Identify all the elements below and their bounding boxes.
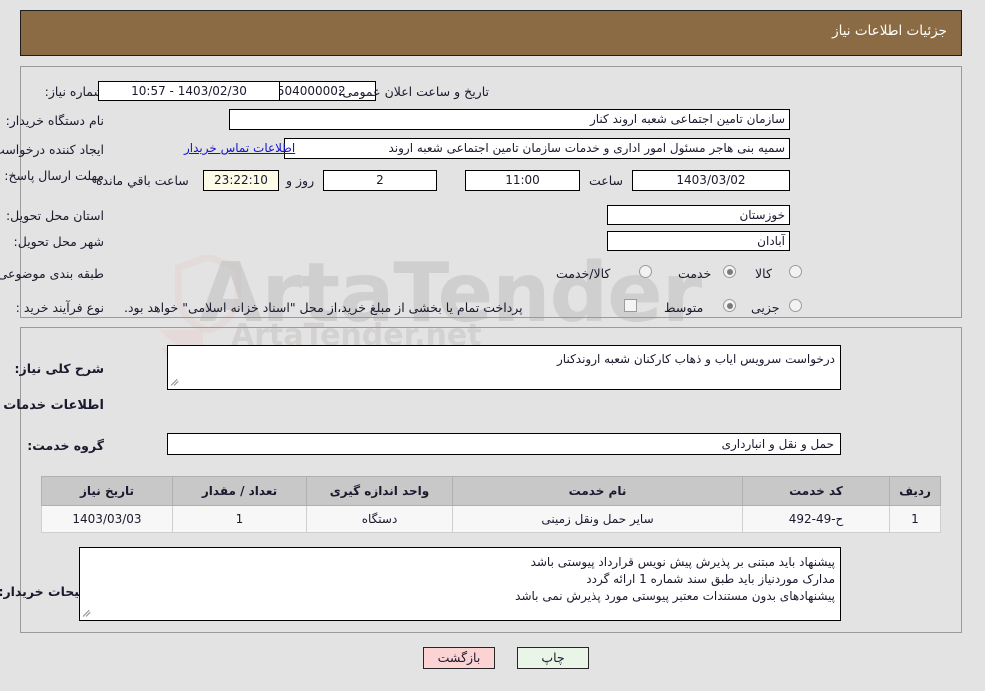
print-button[interactable]: چاپ: [518, 647, 590, 669]
radio-category-kala-label: کالا: [756, 266, 773, 281]
buyer-notes-textarea[interactable]: پیشنهاد باید مبتنی بر پذیرش پیش نویس قرا…: [80, 547, 842, 621]
category-label: طبقه بندی موضوعی:: [0, 266, 105, 281]
radio-purchase-jozii-label: جزیی: [752, 300, 781, 315]
treasury-bond-checkbox[interactable]: [625, 299, 638, 312]
services-section-title: اطلاعات خدمات مورد نیاز: [0, 398, 105, 413]
radio-purchase-jozii[interactable]: [790, 299, 803, 312]
remaining-days-label: روز و: [287, 173, 316, 188]
service-group-field[interactable]: حمل و نقل و انبارداری: [168, 433, 842, 455]
col-header-qty: تعداد / مقدار: [173, 476, 308, 506]
radio-category-khedmat[interactable]: [724, 265, 737, 278]
buyer-note-line: مدارک موردنیاز باید طبق سند شماره 1 ارائ…: [587, 572, 836, 586]
remaining-time-field: 23:22:10: [204, 170, 280, 191]
table-row: 1 ح-49-492 سایر حمل ونقل زمینی دستگاه 1 …: [42, 505, 942, 533]
radio-purchase-motavaset-label: متوسط: [665, 300, 705, 315]
radio-category-khedmat-label: خدمت: [679, 266, 713, 281]
table-header-row: ردیف کد خدمت نام خدمت واحد اندازه گیری ت…: [42, 476, 942, 506]
col-header-code: کد خدمت: [743, 476, 891, 506]
buyer-note-line: پیشنهاد باید مبتنی بر پذیرش پیش نویس قرا…: [531, 555, 836, 569]
deadline-date-field[interactable]: 1403/03/02: [633, 170, 791, 191]
cell-qty: 1: [173, 505, 308, 533]
col-header-unit: واحد اندازه گیری: [307, 476, 454, 506]
buyer-note-line: پیشنهادهای بدون مستندات معتبر پیوستی مور…: [516, 589, 836, 603]
back-button[interactable]: بازگشت: [424, 647, 496, 669]
radio-category-kala[interactable]: [790, 265, 803, 278]
cell-row: 1: [890, 505, 942, 533]
need-description-label: شرح کلی نیاز:: [15, 361, 105, 376]
radio-category-kala-khedmat-label: کالا/خدمت: [557, 266, 612, 281]
requester-field[interactable]: سمیه بنی هاجر مسئول امور اداری و خدمات س…: [285, 138, 791, 159]
col-header-name: نام خدمت: [453, 476, 744, 506]
col-header-date: تاریخ نیاز: [42, 476, 174, 506]
deadline-hour-field[interactable]: 11:00: [466, 170, 581, 191]
city-label: شهر محل تحویل:: [14, 234, 105, 249]
resize-grip-icon[interactable]: [83, 607, 95, 619]
need-description-text: درخواست سرویس ایاب و ذهاب کارکنان شعبه ا…: [558, 352, 836, 366]
service-group-label: گروه خدمت:: [28, 438, 105, 453]
cell-unit: دستگاه: [307, 505, 454, 533]
remaining-days-field[interactable]: 2: [324, 170, 438, 191]
deadline-hour-label: ساعت: [590, 173, 625, 188]
city-field[interactable]: آبادان: [608, 231, 791, 251]
requester-label: ایجاد کننده درخواست:: [0, 142, 105, 157]
need-number-label: شماره نیاز:: [45, 84, 105, 99]
need-info-panel: [21, 66, 963, 318]
treasury-bond-label: پرداخت تمام یا بخشی از مبلغ خرید،از محل …: [125, 300, 524, 315]
cell-code: ح-49-492: [743, 505, 891, 533]
buyer-org-field[interactable]: سازمان تامین اجتماعی شعبه اروند کنار: [230, 109, 791, 130]
province-field[interactable]: خوزستان: [608, 205, 791, 225]
radio-category-kala-khedmat[interactable]: [640, 265, 653, 278]
col-header-row: ردیف: [890, 476, 942, 506]
cell-name: سایر حمل ونقل زمینی: [453, 505, 744, 533]
remaining-time-label: ساعت باقي مانده: [97, 173, 190, 188]
cell-date: 1403/03/03: [42, 505, 174, 533]
buyer-contact-link[interactable]: اطلاعات تماس خریدار: [185, 141, 296, 155]
services-table: ردیف کد خدمت نام خدمت واحد اندازه گیری ت…: [42, 476, 942, 533]
announce-datetime-label: تاریخ و ساعت اعلان عمومی:: [339, 84, 490, 99]
announce-datetime-field[interactable]: 1403/02/30 - 10:57: [99, 81, 281, 101]
page-header: جزئیات اطلاعات نیاز: [21, 10, 963, 56]
buyer-org-label: نام دستگاه خریدار:: [6, 113, 105, 128]
need-description-textarea[interactable]: درخواست سرویس ایاب و ذهاب کارکنان شعبه ا…: [168, 345, 842, 390]
resize-grip-icon[interactable]: [171, 376, 183, 388]
radio-purchase-motavaset[interactable]: [724, 299, 737, 312]
province-label: استان محل تحویل:: [6, 208, 105, 223]
deadline-label: مهلت ارسال پاسخ: تا تاریخ:: [0, 168, 105, 183]
purchase-type-label: نوع فرآیند خرید :: [16, 300, 105, 315]
page-title: جزئیات اطلاعات نیاز: [833, 23, 948, 39]
